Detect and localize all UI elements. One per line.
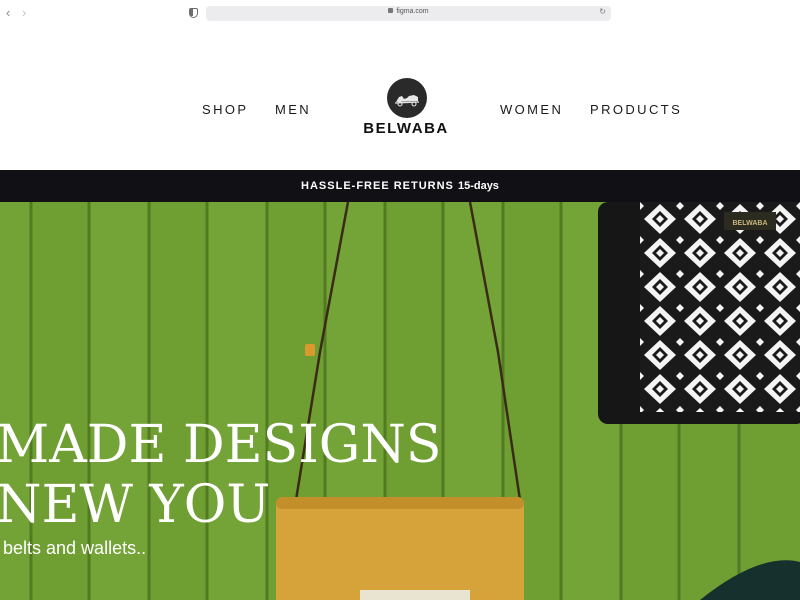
lock-icon [388, 8, 394, 13]
carriage-icon [394, 95, 420, 107]
nav-shop-link[interactable]: SHOP [202, 102, 248, 117]
hero-title-line2: NEW YOU [0, 475, 271, 535]
address-bar[interactable]: figma.com ↻ [206, 6, 611, 21]
nav-women-link[interactable]: WOMEN [500, 102, 563, 117]
aztec-tote-bag: BELWABA [598, 202, 800, 424]
logo-wordmark: BELWABA [363, 120, 449, 137]
url-text: figma.com [396, 8, 429, 15]
address-text-wrap: figma.com [206, 8, 611, 15]
announcement-bar: HASSLE-FREE RETURNS 15-days [0, 170, 800, 202]
logo-emblem [387, 78, 427, 118]
site-header: SHOP MEN BELWABA WOMEN PRODUCTS [0, 28, 800, 170]
brand-logo[interactable]: BELWABA [354, 78, 458, 140]
chevron-right-icon[interactable]: › [22, 6, 26, 20]
mustard-sling-bag [276, 497, 524, 600]
hero-title-line1: MADE DESIGNS [0, 415, 442, 475]
tote-label: BELWABA [733, 220, 768, 227]
announcement-text: HASSLE-FREE RETURNS [301, 180, 454, 192]
reload-icon[interactable]: ↻ [599, 7, 606, 16]
hero-subtitle: belts and wallets.. [3, 538, 147, 558]
privacy-shield-icon[interactable] [189, 8, 198, 18]
nav-products-link[interactable]: PRODUCTS [590, 102, 682, 117]
browser-toolbar: ‹ › figma.com ↻ [0, 0, 800, 28]
chevron-left-icon[interactable]: ‹ [6, 6, 10, 20]
nav-men-link[interactable]: MEN [275, 102, 311, 117]
announcement-days: 15-days [457, 180, 499, 192]
hero-banner: BELWABA MADE DESIGNS NEW YOU belts and w… [0, 202, 800, 600]
